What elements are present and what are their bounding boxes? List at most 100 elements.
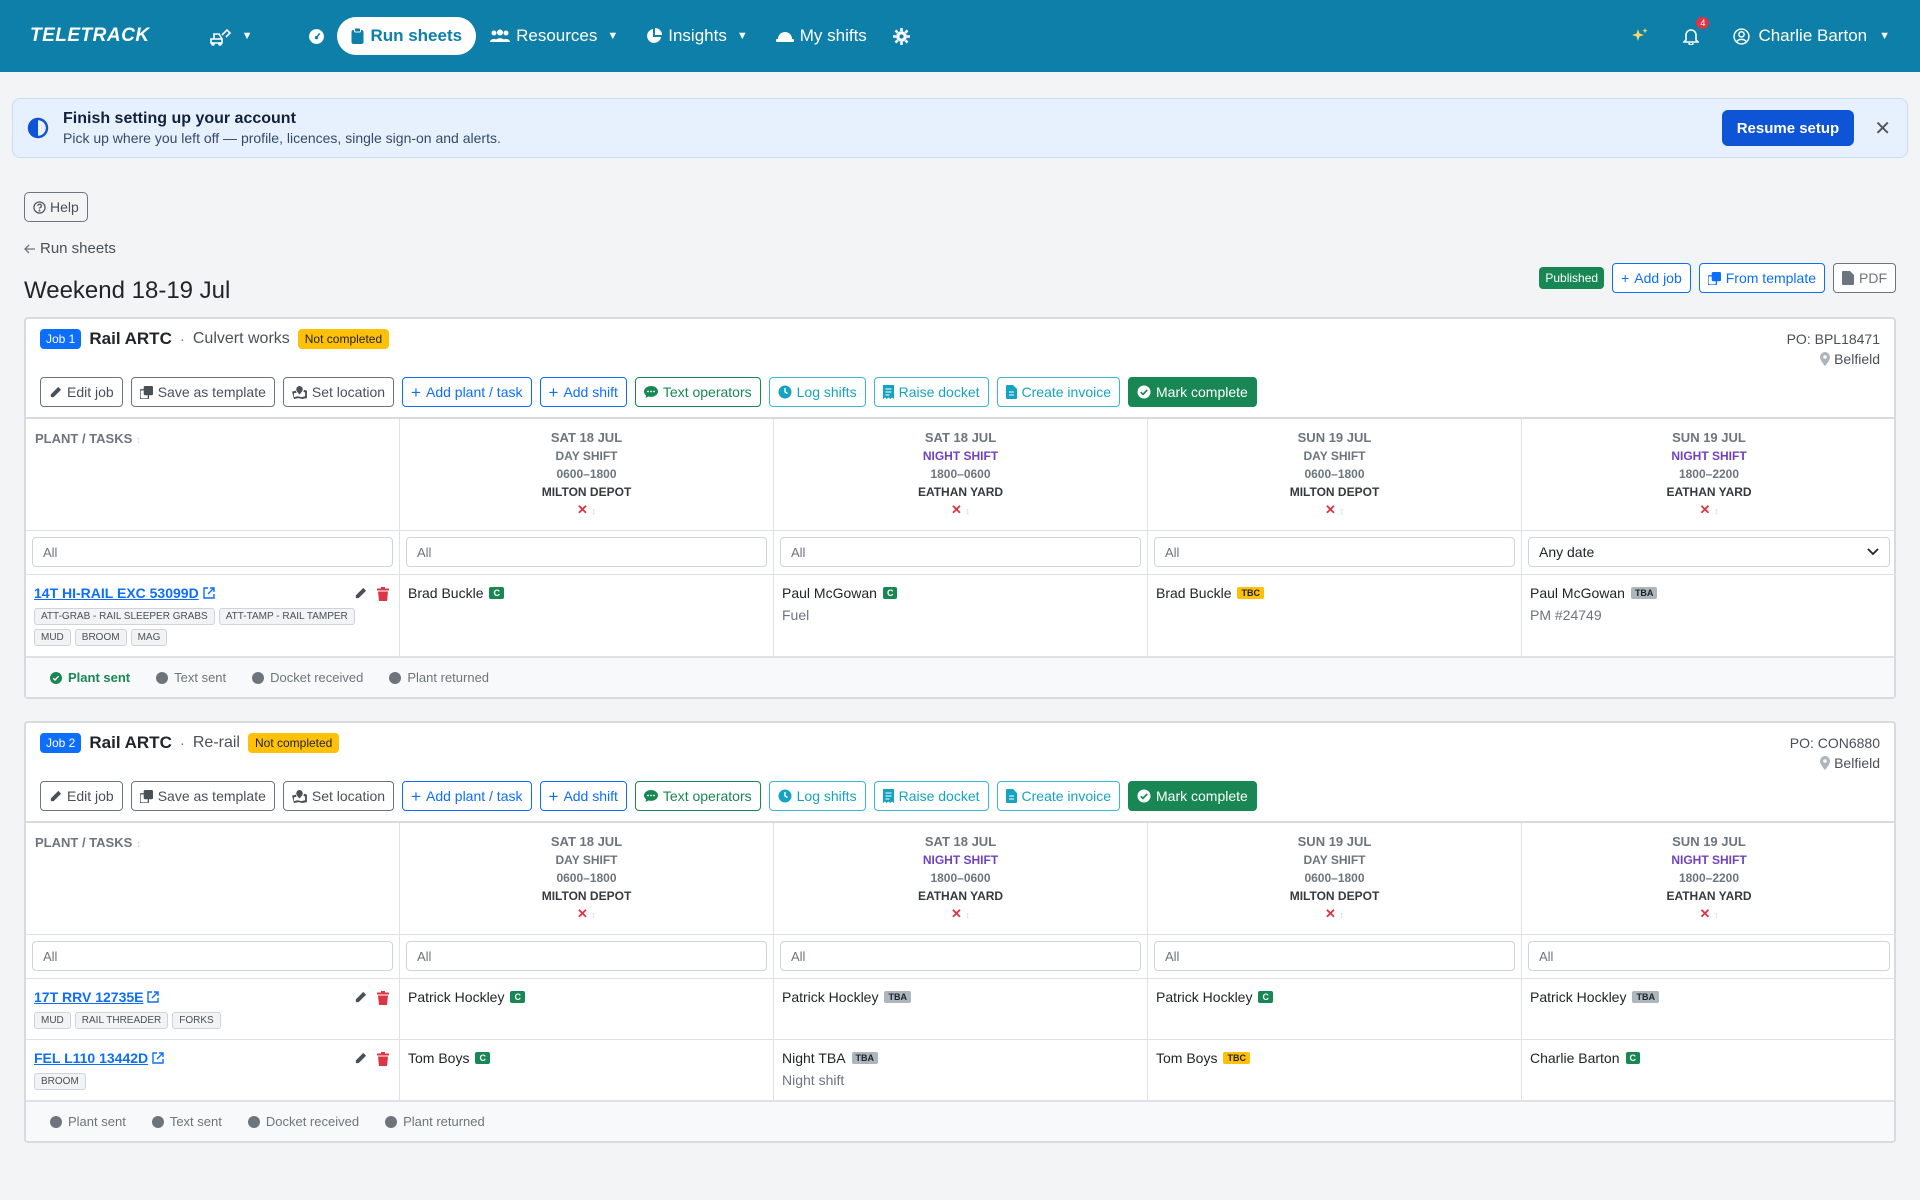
- remove-shift-icon[interactable]: ✕ ↕: [400, 905, 773, 924]
- plant-tasks-header[interactable]: PLANT / TASKS ↕: [26, 419, 400, 531]
- sparkles-icon[interactable]: [1631, 27, 1649, 45]
- create-invoice-button[interactable]: Create invoice: [996, 377, 1121, 407]
- operator-cell[interactable]: Patrick Hockley C: [400, 979, 774, 1040]
- remove-shift-icon[interactable]: ✕ ↕: [400, 501, 773, 520]
- plant-link[interactable]: 17T RRV 12735E: [34, 989, 160, 1005]
- remove-shift-icon[interactable]: ✕ ↕: [774, 905, 1147, 924]
- settings-nav[interactable]: [881, 17, 922, 55]
- operator-cell[interactable]: Brad Buckle TBC: [1148, 575, 1522, 657]
- text-operators-button[interactable]: Text operators: [634, 781, 761, 811]
- from-template-button[interactable]: From template: [1698, 263, 1825, 293]
- status-text-sent[interactable]: Text sent: [151, 1114, 222, 1129]
- add-plant-button[interactable]: + Add plant / task: [402, 781, 532, 811]
- status-docket-received[interactable]: Docket received: [252, 670, 363, 685]
- vehicle-menu[interactable]: ▼: [208, 26, 252, 46]
- date-filter-select[interactable]: Any date: [1528, 537, 1890, 567]
- raise-docket-button[interactable]: Raise docket: [873, 781, 989, 811]
- log-shifts-button[interactable]: Log shifts: [768, 781, 866, 811]
- column-filter-input[interactable]: All: [780, 941, 1141, 971]
- mark-complete-button[interactable]: Mark complete: [1128, 377, 1257, 407]
- notification-count-badge: 4: [1696, 17, 1710, 29]
- remove-shift-icon[interactable]: ✕ ↕: [1148, 905, 1521, 924]
- status-label: Text sent: [169, 1114, 222, 1129]
- remove-shift-icon[interactable]: ✕ ↕: [774, 501, 1147, 520]
- text-operators-button[interactable]: Text operators: [634, 377, 761, 407]
- chat-icon: [643, 789, 658, 803]
- nav-insights[interactable]: Insights ▼: [632, 17, 761, 55]
- operator-cell[interactable]: Charlie Barton C: [1522, 1040, 1896, 1101]
- pie-chart-icon: [646, 28, 663, 44]
- save-template-button[interactable]: Save as template: [130, 377, 275, 407]
- status-plant-sent[interactable]: Plant sent: [50, 670, 130, 685]
- column-filter-input[interactable]: All: [32, 941, 393, 971]
- filter-cell: Any date: [1522, 531, 1896, 575]
- trash-icon[interactable]: [377, 1052, 389, 1066]
- close-icon[interactable]: ✕: [1874, 116, 1891, 141]
- add-job-button[interactable]: + Add job: [1612, 263, 1691, 293]
- nav-my-shifts[interactable]: My shifts: [762, 17, 881, 55]
- notifications-button[interactable]: 4: [1683, 17, 1710, 45]
- operator-cell[interactable]: Tom Boys C: [400, 1040, 774, 1101]
- edit-job-button[interactable]: Edit job: [40, 377, 123, 407]
- column-filter-input[interactable]: All: [406, 537, 767, 567]
- raise-docket-button[interactable]: Raise docket: [873, 377, 989, 407]
- app-logo[interactable]: TELETRACK: [30, 25, 150, 47]
- edit-plant-icon[interactable]: [354, 587, 367, 601]
- grid-filter-row: All All All All All: [26, 935, 1896, 979]
- operator-cell[interactable]: Patrick Hockley TBA: [1522, 979, 1896, 1040]
- help-button[interactable]: Help: [24, 192, 88, 222]
- status-docket-received[interactable]: Docket received: [247, 1114, 359, 1129]
- nav-run-sheets[interactable]: Run sheets: [337, 17, 477, 55]
- title-actions: Published + Add job From template PDF: [1539, 263, 1896, 293]
- operator-cell[interactable]: Brad Buckle C: [400, 575, 774, 657]
- edit-plant-icon[interactable]: [354, 1052, 367, 1066]
- user-menu[interactable]: Charlie Barton ▼: [1733, 26, 1890, 46]
- plus-icon: +: [411, 786, 421, 806]
- grid-header-row: PLANT / TASKS ↕ SAT 18 JUL DAY SHIFT 0600–1…: [26, 823, 1896, 935]
- trash-icon[interactable]: [377, 587, 389, 601]
- set-location-button[interactable]: Set location: [282, 781, 395, 811]
- set-location-button[interactable]: Set location: [282, 377, 395, 407]
- status-plant-returned[interactable]: Plant returned: [389, 670, 489, 685]
- column-filter-input[interactable]: All: [1154, 941, 1515, 971]
- mark-complete-button[interactable]: Mark complete: [1128, 781, 1257, 811]
- column-filter-input[interactable]: All: [32, 537, 393, 567]
- operator-cell[interactable]: Tom Boys TBC: [1148, 1040, 1522, 1101]
- dashboard-nav[interactable]: [296, 17, 337, 55]
- nav-resources[interactable]: Resources ▼: [476, 17, 632, 55]
- add-shift-button[interactable]: + Add shift: [539, 781, 627, 811]
- column-filter-input[interactable]: All: [406, 941, 767, 971]
- column-filter-input[interactable]: All: [780, 537, 1141, 567]
- edit-plant-icon[interactable]: [354, 991, 367, 1005]
- operator-cell[interactable]: Patrick Hockley C: [1148, 979, 1522, 1040]
- status-plant-sent[interactable]: Plant sent: [50, 1114, 126, 1129]
- log-shifts-button[interactable]: Log shifts: [768, 377, 866, 407]
- operator-cell[interactable]: Paul McGowan C Fuel: [774, 575, 1148, 657]
- resume-setup-button[interactable]: Resume setup: [1721, 110, 1855, 146]
- shift-date: SUN 19 JUL: [1672, 430, 1746, 445]
- add-shift-button[interactable]: + Add shift: [539, 377, 627, 407]
- remove-shift-icon[interactable]: ✕ ↕: [1522, 501, 1896, 520]
- operator-cell[interactable]: Night TBA TBA Night shift: [774, 1040, 1148, 1101]
- save-template-button[interactable]: Save as template: [130, 781, 275, 811]
- column-filter-input[interactable]: All: [1528, 941, 1890, 971]
- status-text-sent[interactable]: Text sent: [156, 670, 226, 685]
- plant-tasks-header[interactable]: PLANT / TASKS ↕: [26, 823, 400, 935]
- action-label: Mark complete: [1156, 788, 1248, 804]
- status-plant-returned[interactable]: Plant returned: [385, 1114, 485, 1129]
- create-invoice-button[interactable]: Create invoice: [996, 781, 1121, 811]
- plant-link[interactable]: 14T HI-RAIL EXC 53099D: [34, 585, 215, 601]
- add-plant-button[interactable]: + Add plant / task: [402, 377, 532, 407]
- plant-link[interactable]: FEL L110 13442D: [34, 1050, 164, 1066]
- operator-note: PM #24749: [1530, 607, 1602, 623]
- column-filter-input[interactable]: All: [1154, 537, 1515, 567]
- remove-shift-icon[interactable]: ✕ ↕: [1522, 905, 1896, 924]
- operator-cell[interactable]: Patrick Hockley TBA: [774, 979, 1148, 1040]
- job-location-label: Belfield: [1834, 351, 1880, 367]
- edit-job-button[interactable]: Edit job: [40, 781, 123, 811]
- remove-shift-icon[interactable]: ✕ ↕: [1148, 501, 1521, 520]
- trash-icon[interactable]: [377, 991, 389, 1005]
- breadcrumb[interactable]: Run sheets: [24, 240, 1896, 257]
- pdf-button[interactable]: PDF: [1833, 263, 1896, 293]
- operator-cell[interactable]: Paul McGowan TBA PM #24749: [1522, 575, 1896, 657]
